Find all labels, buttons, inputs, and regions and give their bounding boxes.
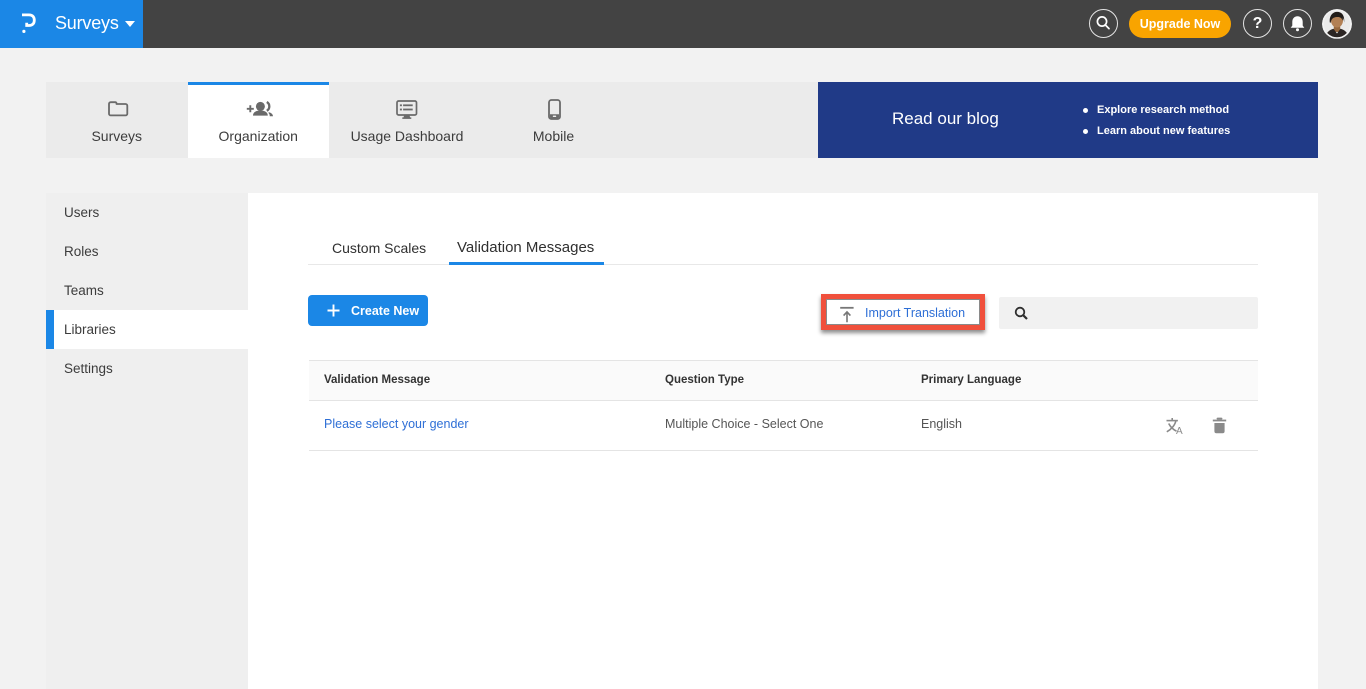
svg-text:A: A (1176, 426, 1183, 435)
